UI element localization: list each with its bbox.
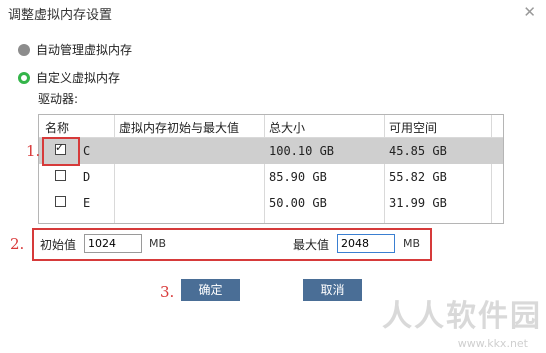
drive-name: C — [83, 144, 91, 158]
radio-auto-label: 自动管理虚拟内存 — [36, 43, 133, 57]
close-icon[interactable]: ✕ — [523, 3, 536, 21]
table-row-e[interactable]: E 50.00 GB 31.99 GB — [39, 190, 503, 216]
drives-label: 驱动器: — [38, 92, 79, 106]
header-name: 名称 — [45, 121, 70, 135]
drive-total: 50.00 GB — [269, 196, 327, 210]
annotation-1: 1. — [26, 142, 41, 160]
drive-free: 31.99 GB — [389, 196, 447, 210]
radio-on-icon[interactable] — [18, 71, 30, 84]
window-title: 调整虚拟内存设置 — [8, 8, 113, 23]
drive-free: 55.82 GB — [389, 170, 447, 184]
table-row-d[interactable]: D 85.90 GB 55.82 GB — [39, 164, 503, 190]
ok-button[interactable]: 确定 — [181, 279, 240, 301]
checkbox-d[interactable] — [55, 170, 66, 181]
checkbox-e[interactable] — [55, 196, 66, 207]
drives-table: 名称 虚拟内存初始与最大值 总大小 可用空间 ✓ C 100.10 GB 45.… — [38, 114, 504, 224]
initial-size-label: 初始值 — [40, 238, 77, 252]
drive-total: 100.10 GB — [269, 144, 335, 158]
header-total: 总大小 — [269, 121, 306, 135]
annotation-2: 2. — [10, 235, 25, 253]
drive-name: E — [83, 196, 91, 210]
initial-size-unit: MB — [149, 237, 167, 250]
table-header: 名称 虚拟内存初始与最大值 总大小 可用空间 — [39, 115, 503, 138]
drive-name: D — [83, 170, 91, 184]
watermark-logo: 人人软件园 — [382, 299, 542, 334]
radio-auto-manage[interactable]: 自动管理虚拟内存 — [18, 41, 132, 58]
drive-total: 85.90 GB — [269, 170, 327, 184]
cancel-button[interactable]: 取消 — [303, 279, 362, 301]
watermark-url: www.kkx.net — [457, 337, 528, 350]
radio-custom[interactable]: 自定义虚拟内存 — [18, 69, 120, 86]
header-free: 可用空间 — [389, 121, 438, 135]
radio-off-icon[interactable] — [18, 43, 30, 56]
title-bar: 调整虚拟内存设置 ✕ — [0, 0, 546, 24]
drive-free: 45.85 GB — [389, 144, 447, 158]
annotation-3: 3. — [160, 283, 175, 301]
initial-size-input[interactable] — [84, 234, 142, 253]
header-range: 虚拟内存初始与最大值 — [119, 121, 240, 135]
max-size-unit: MB — [403, 237, 421, 250]
radio-custom-label: 自定义虚拟内存 — [36, 71, 121, 85]
max-size-input[interactable] — [337, 234, 395, 253]
table-row-c[interactable]: ✓ C 100.10 GB 45.85 GB — [39, 138, 503, 164]
max-size-label: 最大值 — [293, 238, 330, 252]
highlight-box-checkbox — [42, 137, 80, 166]
